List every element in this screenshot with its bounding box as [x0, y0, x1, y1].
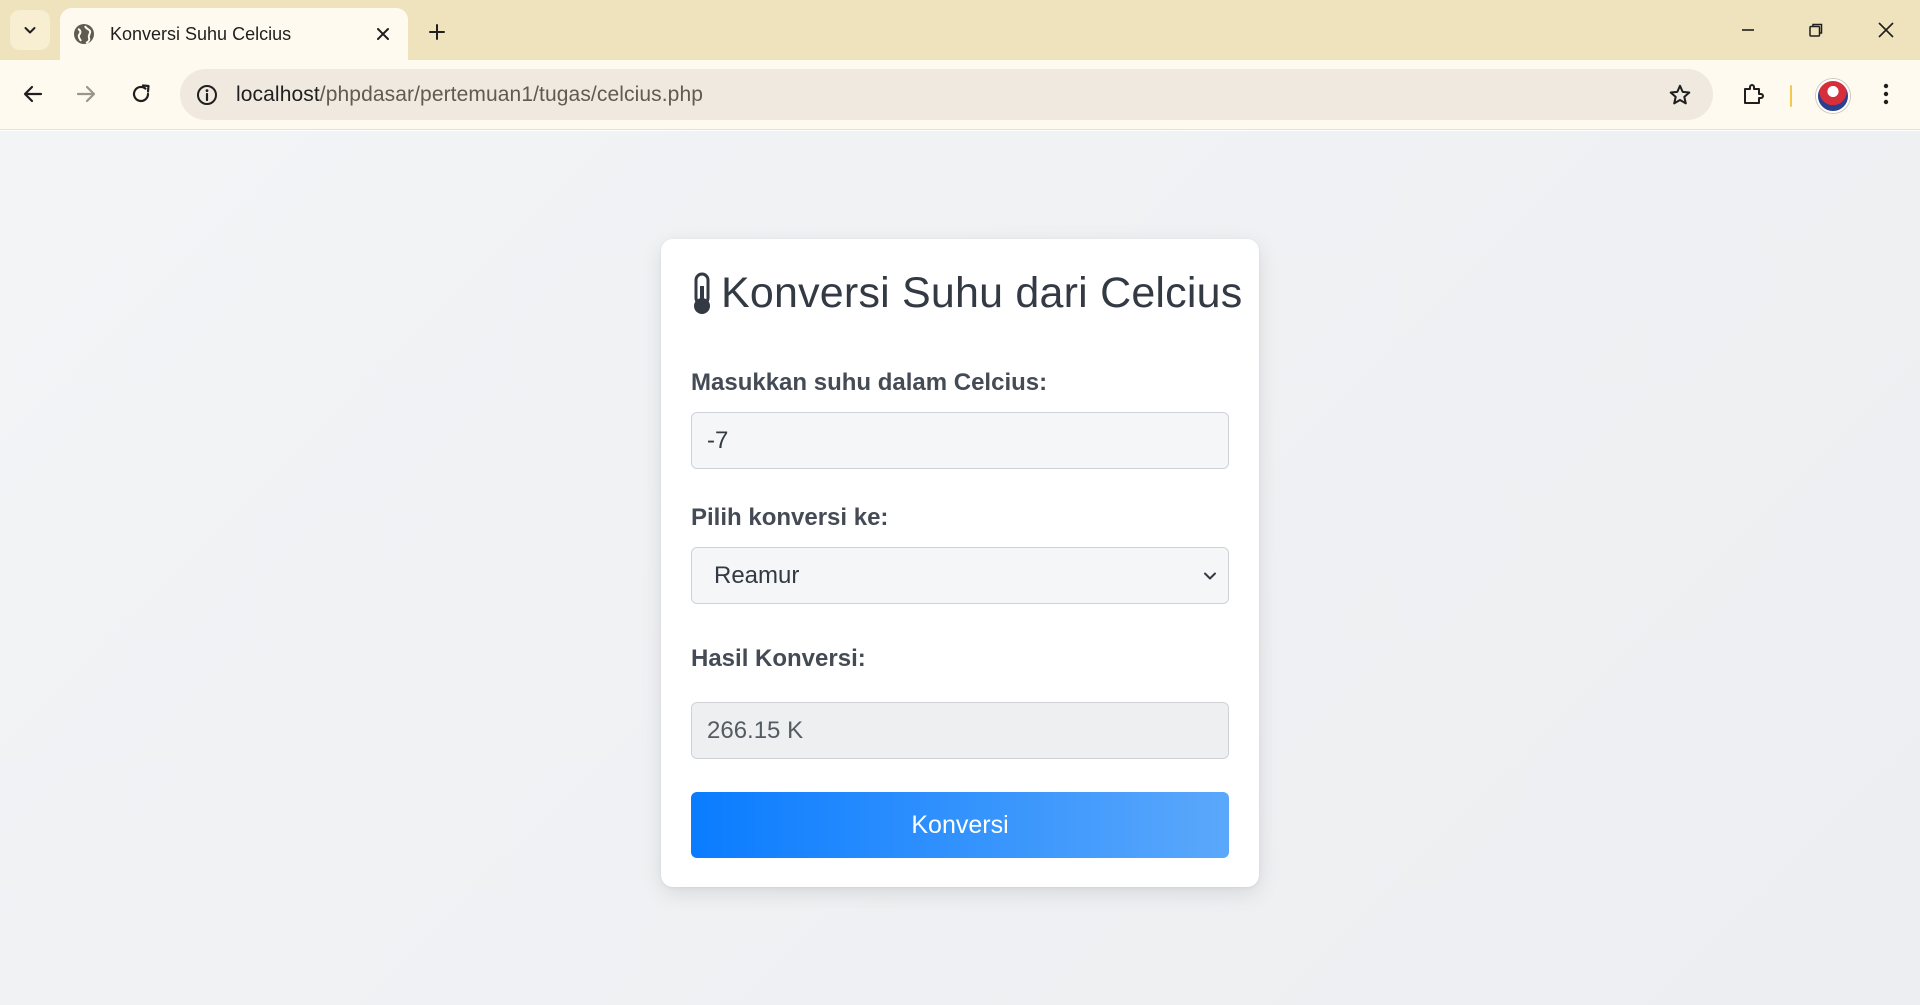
page-title: Konversi Suhu dari Celcius [689, 269, 1242, 318]
browser-toolbar: localhost/phpdasar/pertemuan1/tugas/celc… [0, 60, 1920, 130]
url-host: localhost [236, 83, 320, 106]
extensions-button[interactable] [1732, 73, 1774, 115]
arrow-right-icon [76, 85, 96, 103]
tab-close-button[interactable] [370, 21, 396, 47]
restore-button[interactable] [1782, 0, 1850, 60]
reload-icon [132, 84, 150, 103]
browser-menu-button[interactable] [1868, 73, 1904, 115]
new-tab-button[interactable] [418, 13, 456, 51]
globe-icon [72, 22, 96, 46]
minimize-icon [1742, 29, 1754, 31]
convert-button[interactable]: Konversi [691, 792, 1229, 858]
address-bar[interactable]: localhost/phpdasar/pertemuan1/tugas/celc… [180, 69, 1713, 120]
profile-avatar[interactable] [1816, 79, 1850, 113]
plus-icon [429, 24, 445, 40]
result-output: 266.15 K [691, 702, 1229, 759]
toolbar-divider [1790, 85, 1792, 107]
selected-option: Reamur [714, 562, 800, 589]
bookmark-button[interactable] [1661, 76, 1699, 114]
page-title-text: Konversi Suhu dari Celcius [721, 269, 1243, 317]
celsius-input[interactable] [691, 412, 1229, 469]
browser-tab-active[interactable]: Konversi Suhu Celcius [60, 8, 408, 60]
browser-tab-strip: Konversi Suhu Celcius [0, 0, 1920, 60]
arrow-left-icon [23, 85, 43, 103]
more-vertical-icon [1883, 83, 1889, 105]
result-value: 266.15 K [707, 717, 804, 744]
back-button[interactable] [12, 73, 54, 115]
close-icon [377, 28, 389, 40]
minimize-button[interactable] [1714, 0, 1782, 60]
convert-to-select[interactable]: Reamur [691, 547, 1229, 604]
reload-button[interactable] [120, 73, 162, 115]
star-icon [1669, 84, 1691, 105]
window-close-button[interactable] [1852, 0, 1920, 60]
restore-icon [1809, 23, 1823, 37]
tab-search-button[interactable] [10, 10, 50, 50]
tab-title: Konversi Suhu Celcius [110, 23, 292, 44]
site-info-button[interactable] [188, 76, 226, 114]
convert-to-label: Pilih konversi ke: [691, 504, 889, 531]
url-path: /phpdasar/pertemuan1/tugas/celcius.php [319, 83, 704, 106]
info-icon [197, 85, 217, 105]
close-icon [1878, 22, 1894, 38]
url-text: localhost/phpdasar/pertemuan1/tugas/celc… [236, 83, 703, 107]
thermometer-icon [694, 272, 710, 314]
result-label: Hasil Konversi: [691, 645, 866, 672]
forward-button[interactable] [65, 73, 107, 115]
page-viewport: Konversi Suhu dari Celcius Masukkan suhu… [0, 131, 1920, 1005]
converter-card: Konversi Suhu dari Celcius Masukkan suhu… [661, 239, 1259, 887]
chevron-down-icon [24, 27, 36, 34]
chevron-down-icon [1204, 572, 1216, 580]
celsius-label: Masukkan suhu dalam Celcius: [691, 369, 1048, 396]
puzzle-icon [1744, 84, 1764, 104]
